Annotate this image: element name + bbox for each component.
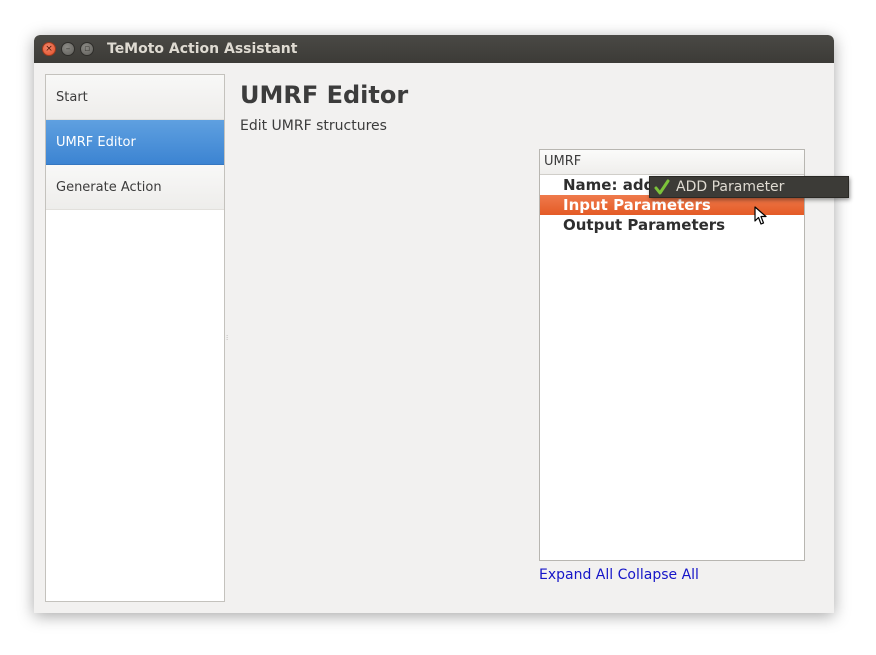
splitter-handle[interactable]: · · · [226, 333, 229, 344]
mouse-cursor-icon [754, 206, 767, 225]
app-window: × – ▫ TeMoto Action Assistant Start UMRF… [34, 35, 834, 613]
close-icon: × [45, 44, 53, 54]
sidebar-item-umrf-editor[interactable]: UMRF Editor [46, 120, 224, 165]
expand-all-link[interactable]: Expand All [539, 567, 613, 583]
minimize-icon: – [65, 44, 71, 54]
page-title: UMRF Editor [240, 81, 409, 109]
window-title: TeMoto Action Assistant [107, 41, 298, 57]
sidebar: Start UMRF Editor Generate Action [45, 74, 225, 602]
title-bar[interactable]: × – ▫ TeMoto Action Assistant [34, 35, 834, 63]
sidebar-item-start[interactable]: Start [46, 75, 224, 120]
context-menu: ADD Parameter [649, 176, 849, 198]
tree-column-header[interactable]: UMRF [540, 150, 804, 175]
tree-links: Expand All Collapse All [539, 567, 699, 583]
collapse-all-link[interactable]: Collapse All [618, 567, 699, 583]
sidebar-item-generate-action[interactable]: Generate Action [46, 165, 224, 210]
menu-item-label: ADD Parameter [676, 179, 785, 195]
close-window-button[interactable]: × [42, 42, 56, 56]
page-subtitle: Edit UMRF structures [240, 118, 387, 134]
checkmark-icon [654, 179, 670, 195]
menu-item-add-parameter[interactable]: ADD Parameter [650, 177, 848, 197]
minimize-window-button[interactable]: – [61, 42, 75, 56]
maximize-icon: ▫ [83, 44, 91, 54]
maximize-window-button[interactable]: ▫ [80, 42, 94, 56]
